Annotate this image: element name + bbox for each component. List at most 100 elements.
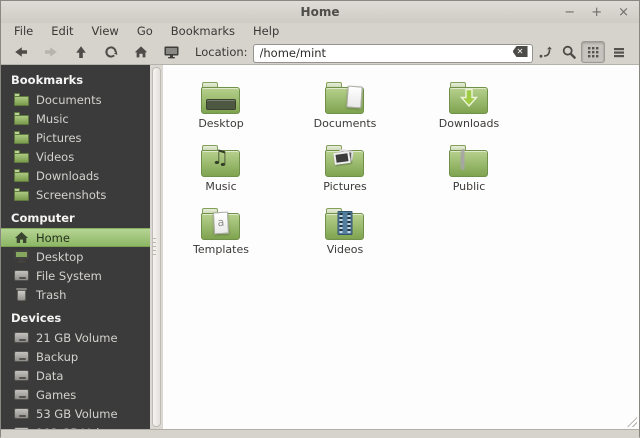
resize-grip[interactable] — [627, 417, 637, 427]
file-label: Desktop — [198, 117, 243, 130]
file-downloads[interactable]: Downloads — [413, 82, 525, 145]
videos-folder-icon — [325, 208, 365, 241]
view-toggle-group — [581, 41, 640, 63]
reload-button[interactable] — [96, 41, 126, 63]
folder-icon — [14, 112, 29, 125]
file-label: Templates — [193, 243, 249, 256]
sidebar-item-file-system[interactable]: File System — [1, 266, 150, 285]
menubar: File Edit View Go Bookmarks Help — [1, 23, 639, 39]
drive-icon — [14, 388, 29, 401]
drive-icon — [14, 407, 29, 420]
file-desktop[interactable]: Desktop — [165, 82, 277, 145]
file-videos[interactable]: Videos — [289, 208, 401, 271]
drive-icon — [14, 350, 29, 363]
toolbar: Location: ✕ — [1, 39, 639, 64]
file-documents[interactable]: Documents — [289, 82, 401, 145]
close-button[interactable]: × — [618, 6, 629, 19]
sidebar-item-label: Home — [36, 231, 70, 245]
icon-view-icon — [586, 45, 600, 59]
home-button[interactable] — [126, 41, 156, 63]
window-controls: − + × — [564, 1, 629, 23]
computer-icon — [163, 44, 180, 60]
sidebar-header-devices: Devices — [1, 308, 150, 328]
up-button[interactable] — [66, 41, 96, 63]
sidebar-item-downloads[interactable]: Downloads — [1, 166, 150, 185]
menu-view[interactable]: View — [83, 23, 128, 39]
up-icon — [73, 44, 89, 60]
forward-button[interactable] — [36, 41, 66, 63]
sidebar-item-103gb-volume[interactable]: 103 GB Volume — [1, 423, 150, 429]
folder-icon — [14, 131, 29, 144]
sidebar-item-label: Games — [36, 388, 76, 402]
search-icon — [561, 44, 577, 60]
maximize-button[interactable]: + — [591, 6, 602, 19]
sidebar-item-label: Backup — [36, 350, 78, 364]
pictures-folder-icon — [325, 145, 365, 178]
pane-separator[interactable] — [150, 65, 163, 429]
sidebar-item-label: Music — [36, 112, 69, 126]
film-strip-icon — [338, 211, 353, 235]
sidebar-header-bookmarks: Bookmarks — [1, 70, 150, 90]
computer-button[interactable] — [156, 41, 186, 63]
menu-go[interactable]: Go — [128, 23, 162, 39]
forward-icon — [43, 44, 59, 60]
sidebar-item-21gb-volume[interactable]: 21 GB Volume — [1, 328, 150, 347]
sidebar-item-trash[interactable]: Trash — [1, 285, 150, 304]
compact-view-button[interactable] — [633, 41, 640, 63]
sidebar-item-label: Videos — [36, 150, 74, 164]
location-label: Location: — [195, 45, 248, 59]
minimize-button[interactable]: − — [564, 6, 575, 19]
download-arrow-icon — [459, 88, 479, 112]
home-icon — [133, 44, 149, 60]
downloads-folder-icon — [449, 82, 489, 115]
sidebar-item-music[interactable]: Music — [1, 109, 150, 128]
back-button[interactable] — [6, 41, 36, 63]
menu-bookmarks[interactable]: Bookmarks — [162, 23, 244, 39]
toggle-location-entry-button[interactable] — [533, 41, 557, 63]
folder-icon — [14, 150, 29, 163]
file-public[interactable]: Public — [413, 145, 525, 208]
sidebar-header-computer: Computer — [1, 208, 150, 228]
location-input[interactable] — [253, 44, 533, 63]
sidebar-item-pictures[interactable]: Pictures — [1, 128, 150, 147]
sidebar-item-games[interactable]: Games — [1, 385, 150, 404]
folder-icon — [14, 93, 29, 106]
sidebar-item-53gb-volume[interactable]: 53 GB Volume — [1, 404, 150, 423]
file-label: Videos — [327, 243, 364, 256]
sidebar-item-home[interactable]: Home — [1, 228, 150, 247]
sidebar-item-backup[interactable]: Backup — [1, 347, 150, 366]
photo-stack-icon — [334, 151, 356, 167]
sidebar-item-label: Trash — [36, 288, 66, 302]
desktop-folder-icon — [201, 82, 241, 115]
file-view[interactable]: Desktop Documents Downloads — [163, 65, 639, 429]
list-view-button[interactable] — [607, 41, 631, 63]
drive-icon — [14, 369, 29, 382]
sidebar-item-screenshots[interactable]: Screenshots — [1, 185, 150, 204]
file-pictures[interactable]: Pictures — [289, 145, 401, 208]
icon-grid: Desktop Documents Downloads — [163, 65, 553, 271]
file-templates[interactable]: a Templates — [165, 208, 277, 271]
sidebar-item-videos[interactable]: Videos — [1, 147, 150, 166]
folder-icon — [14, 169, 29, 182]
search-button[interactable] — [557, 41, 581, 63]
separator-grip-icon — [153, 238, 156, 256]
location-bar: ✕ — [253, 42, 533, 61]
public-folder-icon — [449, 145, 489, 178]
music-folder-icon: ♫ — [201, 145, 241, 178]
drive-icon — [14, 426, 29, 429]
trash-icon — [14, 288, 29, 301]
menu-help[interactable]: Help — [244, 23, 288, 39]
reload-icon — [103, 44, 119, 60]
titlebar[interactable]: Home − + × — [1, 1, 639, 23]
menu-file[interactable]: File — [5, 23, 42, 39]
sidebar-item-desktop[interactable]: Desktop — [1, 247, 150, 266]
home-icon — [14, 231, 29, 244]
sidebar-item-label: 21 GB Volume — [36, 331, 118, 345]
menu-edit[interactable]: Edit — [42, 23, 82, 39]
sidebar-item-data[interactable]: Data — [1, 366, 150, 385]
icon-view-button[interactable] — [581, 41, 605, 63]
sidebar-item-documents[interactable]: Documents — [1, 90, 150, 109]
sidebar: Bookmarks Documents Music Pictures Video… — [1, 65, 150, 429]
file-label: Music — [205, 180, 236, 193]
file-music[interactable]: ♫ Music — [165, 145, 277, 208]
